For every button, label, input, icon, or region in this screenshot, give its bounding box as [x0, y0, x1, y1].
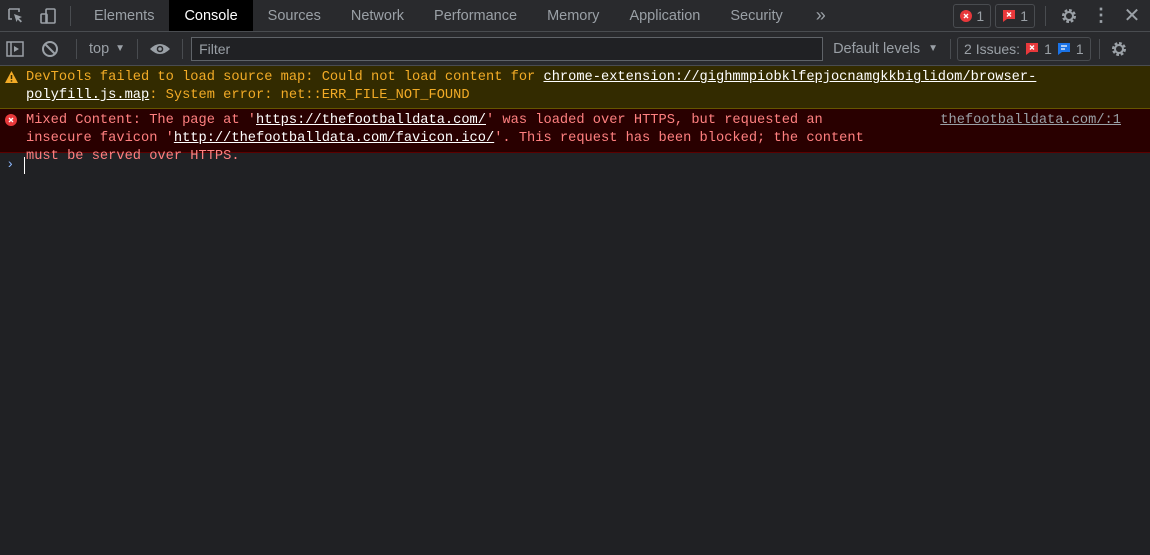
context-label: top — [89, 40, 110, 57]
settings-gear-icon[interactable] — [1056, 7, 1082, 25]
tab-security[interactable]: Security — [715, 0, 797, 31]
dropdown-arrow-icon: ▼ — [115, 43, 126, 54]
message-text: : System error: net::ERR_FILE_NOT_FOUND — [149, 88, 470, 103]
filter-input[interactable] — [191, 36, 824, 61]
error-circle-icon — [5, 114, 17, 126]
divider — [182, 38, 184, 59]
divider — [1045, 5, 1046, 26]
issues-error-count: 1 — [1044, 40, 1052, 57]
tab-sources[interactable]: Sources — [253, 0, 336, 31]
context-selector[interactable]: top ▼ — [83, 41, 131, 57]
divider — [1098, 38, 1100, 59]
tab-label: Console — [184, 7, 238, 24]
issues-button[interactable]: 2 Issues: 1 1 — [957, 36, 1091, 61]
dropdown-arrow-icon: ▼ — [928, 43, 939, 54]
inspect-element-icon[interactable] — [0, 7, 32, 25]
message-text: Mixed Content: The page at ' — [26, 113, 256, 128]
divider — [137, 38, 139, 59]
divider — [70, 5, 71, 26]
tab-console[interactable]: Console — [169, 0, 253, 31]
favicon-url-link[interactable]: http://thefootballdata.com/favicon.ico/ — [174, 131, 494, 146]
message-source-link[interactable]: thefootballdata.com/:1 — [940, 112, 1121, 130]
issue-error-icon — [1003, 9, 1016, 22]
more-tabs-icon[interactable]: » — [806, 5, 836, 26]
tab-performance[interactable]: Performance — [419, 0, 532, 31]
issue-error-icon — [1026, 42, 1039, 55]
tab-label: Memory — [547, 7, 600, 24]
issue-info-icon — [1057, 42, 1070, 55]
tab-label: Network — [350, 7, 405, 24]
tab-elements[interactable]: Elements — [79, 0, 169, 31]
levels-label: Default levels — [833, 40, 921, 57]
issue-count: 1 — [1020, 7, 1028, 24]
device-toolbar-icon[interactable] — [32, 7, 64, 25]
page-url-link[interactable]: https://thefootballdata.com/ — [256, 113, 486, 128]
clear-console-icon[interactable] — [30, 40, 70, 58]
more-options-icon[interactable]: ⋮ — [1086, 5, 1116, 26]
devtools-tabbar: Elements Console Sources Network Perform… — [0, 0, 1150, 32]
issues-info-count: 1 — [1075, 40, 1084, 57]
tab-label: Application — [629, 7, 701, 24]
tab-label: Sources — [267, 7, 321, 24]
tab-memory[interactable]: Memory — [532, 0, 614, 31]
console-error-message: Mixed Content: The page at 'https://thef… — [0, 109, 1150, 164]
tab-network[interactable]: Network — [336, 0, 419, 31]
tab-label: Elements — [94, 7, 155, 24]
console-settings-gear-icon[interactable] — [1106, 40, 1132, 58]
error-circle-icon — [960, 9, 973, 22]
message-text: DevTools failed to load source map: Coul… — [26, 70, 544, 85]
warning-triangle-icon — [5, 71, 18, 83]
issues-label: 2 Issues: — [964, 40, 1021, 57]
console-warning-message: DevTools failed to load source map: Coul… — [0, 66, 1150, 109]
issues-count-button[interactable]: 1 — [995, 3, 1035, 28]
error-count-button[interactable]: 1 — [953, 3, 992, 28]
live-expression-eye-icon[interactable] — [144, 42, 176, 56]
show-sidebar-icon[interactable] — [0, 40, 30, 57]
close-icon[interactable]: ✕ — [1120, 3, 1144, 28]
error-count: 1 — [976, 7, 985, 24]
prompt-chevron-icon: › — [6, 157, 15, 173]
tab-application[interactable]: Application — [614, 0, 715, 31]
divider — [950, 38, 952, 59]
divider — [76, 38, 77, 59]
log-levels-dropdown[interactable]: Default levels ▼ — [833, 41, 938, 57]
tab-label: Security — [730, 7, 783, 24]
console-toolbar: top ▼ Default levels ▼ 2 Issues: 1 1 — [0, 32, 1150, 66]
tab-label: Performance — [434, 7, 518, 24]
